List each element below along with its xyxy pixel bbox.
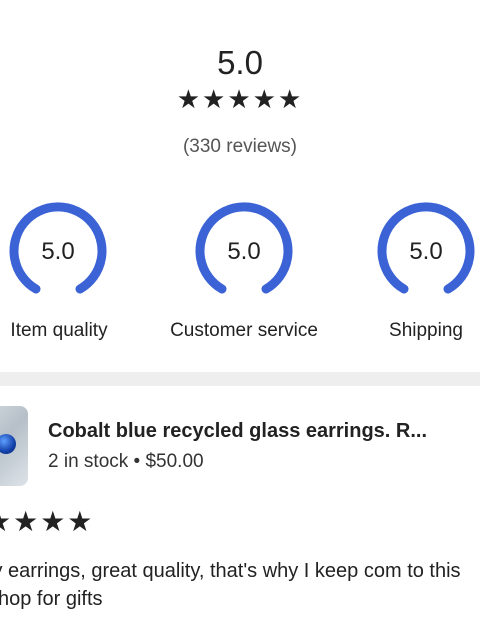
review-count: (330 reviews) [182, 136, 298, 157]
overall-star-rating: ★★★★★ [176, 84, 304, 114]
overall-score: 5.0 [217, 44, 263, 81]
section-divider [0, 372, 480, 386]
gauge-value: 5.0 [41, 238, 75, 265]
product-title-link[interactable]: Cobalt blue recycled glass earrings. R..… [48, 420, 478, 443]
gauge-item-quality: 5.0 [6, 200, 110, 304]
review-star-rating: ★★★★ [0, 506, 95, 537]
gauge-shipping: 5.0 [374, 200, 478, 304]
earring-image [0, 434, 16, 454]
gauge-label-shipping: Shipping [389, 320, 463, 341]
stock-status: 2 in stock [48, 451, 129, 472]
gauge-label-item-quality: Item quality [10, 320, 108, 341]
review-text: ly earrings, great quality, that's why I… [0, 560, 461, 610]
meta-separator: • [133, 451, 141, 472]
product-thumbnail[interactable] [0, 406, 28, 486]
gauge-customer-service: 5.0 [192, 200, 296, 304]
gauge-value: 5.0 [227, 238, 261, 265]
product-price: $50.00 [145, 451, 204, 472]
gauge-label-customer-service: Customer service [170, 320, 318, 341]
product-meta: 2 in stock • $50.00 [48, 451, 204, 473]
gauge-value: 5.0 [409, 238, 443, 265]
